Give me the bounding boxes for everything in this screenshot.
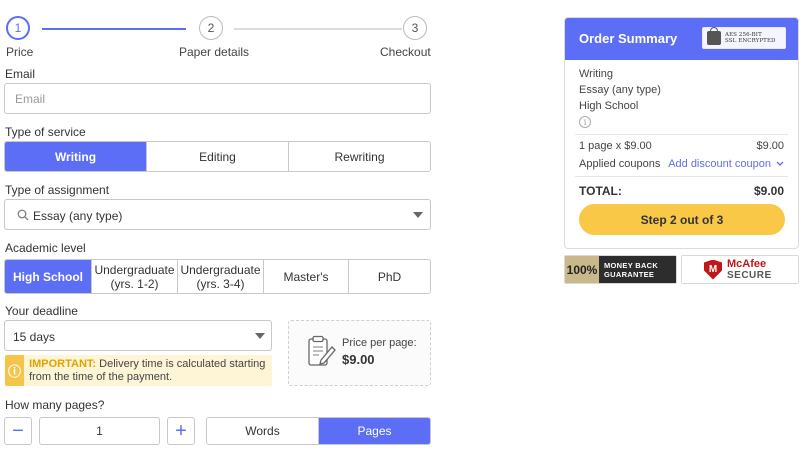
notice-text: IMPORTANT: Delivery time is calculated s…: [24, 358, 272, 384]
ssl-line-2: SSL ENCRYPTED: [725, 38, 776, 44]
step-2-circle[interactable]: 2: [199, 16, 223, 40]
next-step-button[interactable]: Step 2 out of 3: [579, 204, 785, 235]
info-icon: ⓘ: [5, 355, 25, 386]
summary-divider: [575, 134, 788, 135]
money-back-badge: 100% MONEY BACK GUARANTEE: [564, 255, 677, 284]
email-label: Email: [5, 67, 36, 81]
service-option-rewriting[interactable]: Rewriting: [288, 142, 430, 171]
deadline-label: Your deadline: [5, 304, 78, 318]
service-selector: Writing Editing Rewriting: [4, 141, 431, 172]
mcafee-brand: McAfee: [727, 257, 767, 270]
step-3-circle[interactable]: 3: [403, 16, 427, 40]
chevron-down-icon: [776, 161, 784, 166]
units-selector: Words Pages: [206, 417, 431, 445]
pages-field-wrapper: [39, 417, 160, 445]
money-back-line-1: MONEY BACK: [604, 260, 659, 270]
summary-level: High School: [579, 100, 639, 112]
order-summary-header: Order Summary AES 256-BIT SSL ENCRYPTED: [565, 18, 798, 60]
price-per-page-box: Price per page: $9.00: [288, 320, 431, 386]
mcafee-shield-icon: M: [704, 259, 722, 280]
price-value: $9.00: [342, 352, 375, 367]
lock-icon: [707, 27, 721, 45]
progress-stepper: 1 2 3 Price Paper details Checkout: [0, 16, 440, 60]
search-icon: [17, 209, 29, 221]
step-connector-2: [234, 28, 402, 30]
summary-coupons-label: Applied coupons: [579, 158, 661, 170]
summary-assignment: Essay (any type): [579, 84, 661, 96]
total-label: TOTAL:: [579, 184, 622, 198]
info-icon[interactable]: i: [579, 116, 591, 128]
add-discount-coupon-link[interactable]: Add discount coupon: [668, 158, 784, 170]
chevron-down-icon: [413, 212, 423, 218]
document-pen-icon: [308, 335, 336, 366]
email-field[interactable]: [5, 84, 430, 113]
ssl-badge: AES 256-BIT SSL ENCRYPTED: [702, 27, 786, 49]
email-field-wrapper: [4, 83, 431, 114]
assignment-label: Type of assignment: [5, 183, 110, 197]
summary-pages-line: 1 page x $9.00: [579, 140, 652, 152]
service-option-writing[interactable]: Writing: [5, 142, 146, 171]
pages-label: How many pages?: [5, 398, 105, 412]
step-connector-1: [42, 28, 186, 30]
money-back-text: MONEY BACK GUARANTEE: [599, 256, 676, 283]
mcafee-text: McAfee SECURE: [727, 257, 772, 281]
deadline-value: 15 days: [13, 330, 56, 344]
notice-strong: IMPORTANT:: [29, 357, 97, 370]
unit-option-words[interactable]: Words: [207, 418, 318, 444]
service-option-editing[interactable]: Editing: [146, 142, 288, 171]
summary-pages-amount: $9.00: [756, 140, 784, 152]
coupon-link-text: Add discount coupon: [668, 158, 771, 170]
delivery-notice: ⓘ IMPORTANT: Delivery time is calculated…: [5, 355, 272, 386]
academic-option-high-school[interactable]: High School: [5, 260, 91, 293]
mcafee-badge: M McAfee SECURE: [681, 255, 799, 284]
academic-label: Academic level: [5, 241, 86, 255]
academic-option-undergrad-3-4[interactable]: Undergraduate (yrs. 3-4): [177, 260, 263, 293]
deadline-select[interactable]: 15 days: [4, 320, 272, 351]
unit-option-pages[interactable]: Pages: [318, 418, 430, 444]
money-back-percent: 100%: [565, 256, 599, 283]
increase-pages-button[interactable]: +: [167, 417, 195, 445]
academic-option-phd[interactable]: PhD: [348, 260, 430, 293]
order-summary-title: Order Summary: [579, 31, 678, 46]
summary-divider: [575, 176, 788, 177]
academic-option-masters[interactable]: Master's: [263, 260, 348, 293]
step-3-label: Checkout: [380, 45, 431, 59]
step-2-label: Paper details: [179, 45, 250, 59]
step-1-label: Price: [6, 45, 34, 59]
order-summary-panel: Order Summary AES 256-BIT SSL ENCRYPTED …: [564, 17, 799, 249]
ssl-text: AES 256-BIT SSL ENCRYPTED: [725, 32, 776, 45]
money-back-line-2: GUARANTEE: [604, 269, 655, 279]
chevron-down-icon: [255, 333, 265, 339]
academic-option-undergrad-1-2[interactable]: Undergraduate (yrs. 1-2): [91, 260, 177, 293]
price-label: Price per page:: [342, 337, 417, 349]
service-label: Type of service: [5, 125, 86, 139]
mcafee-secure: SECURE: [727, 269, 772, 281]
decrease-pages-button[interactable]: −: [4, 417, 32, 445]
pages-input[interactable]: [40, 418, 159, 444]
total-value: $9.00: [753, 184, 784, 198]
academic-selector: High School Undergraduate (yrs. 1-2) Und…: [4, 259, 431, 294]
step-1-circle[interactable]: 1: [6, 16, 30, 40]
assignment-value: Essay (any type): [33, 209, 123, 223]
summary-service: Writing: [579, 68, 614, 80]
assignment-select[interactable]: Essay (any type): [4, 199, 431, 230]
